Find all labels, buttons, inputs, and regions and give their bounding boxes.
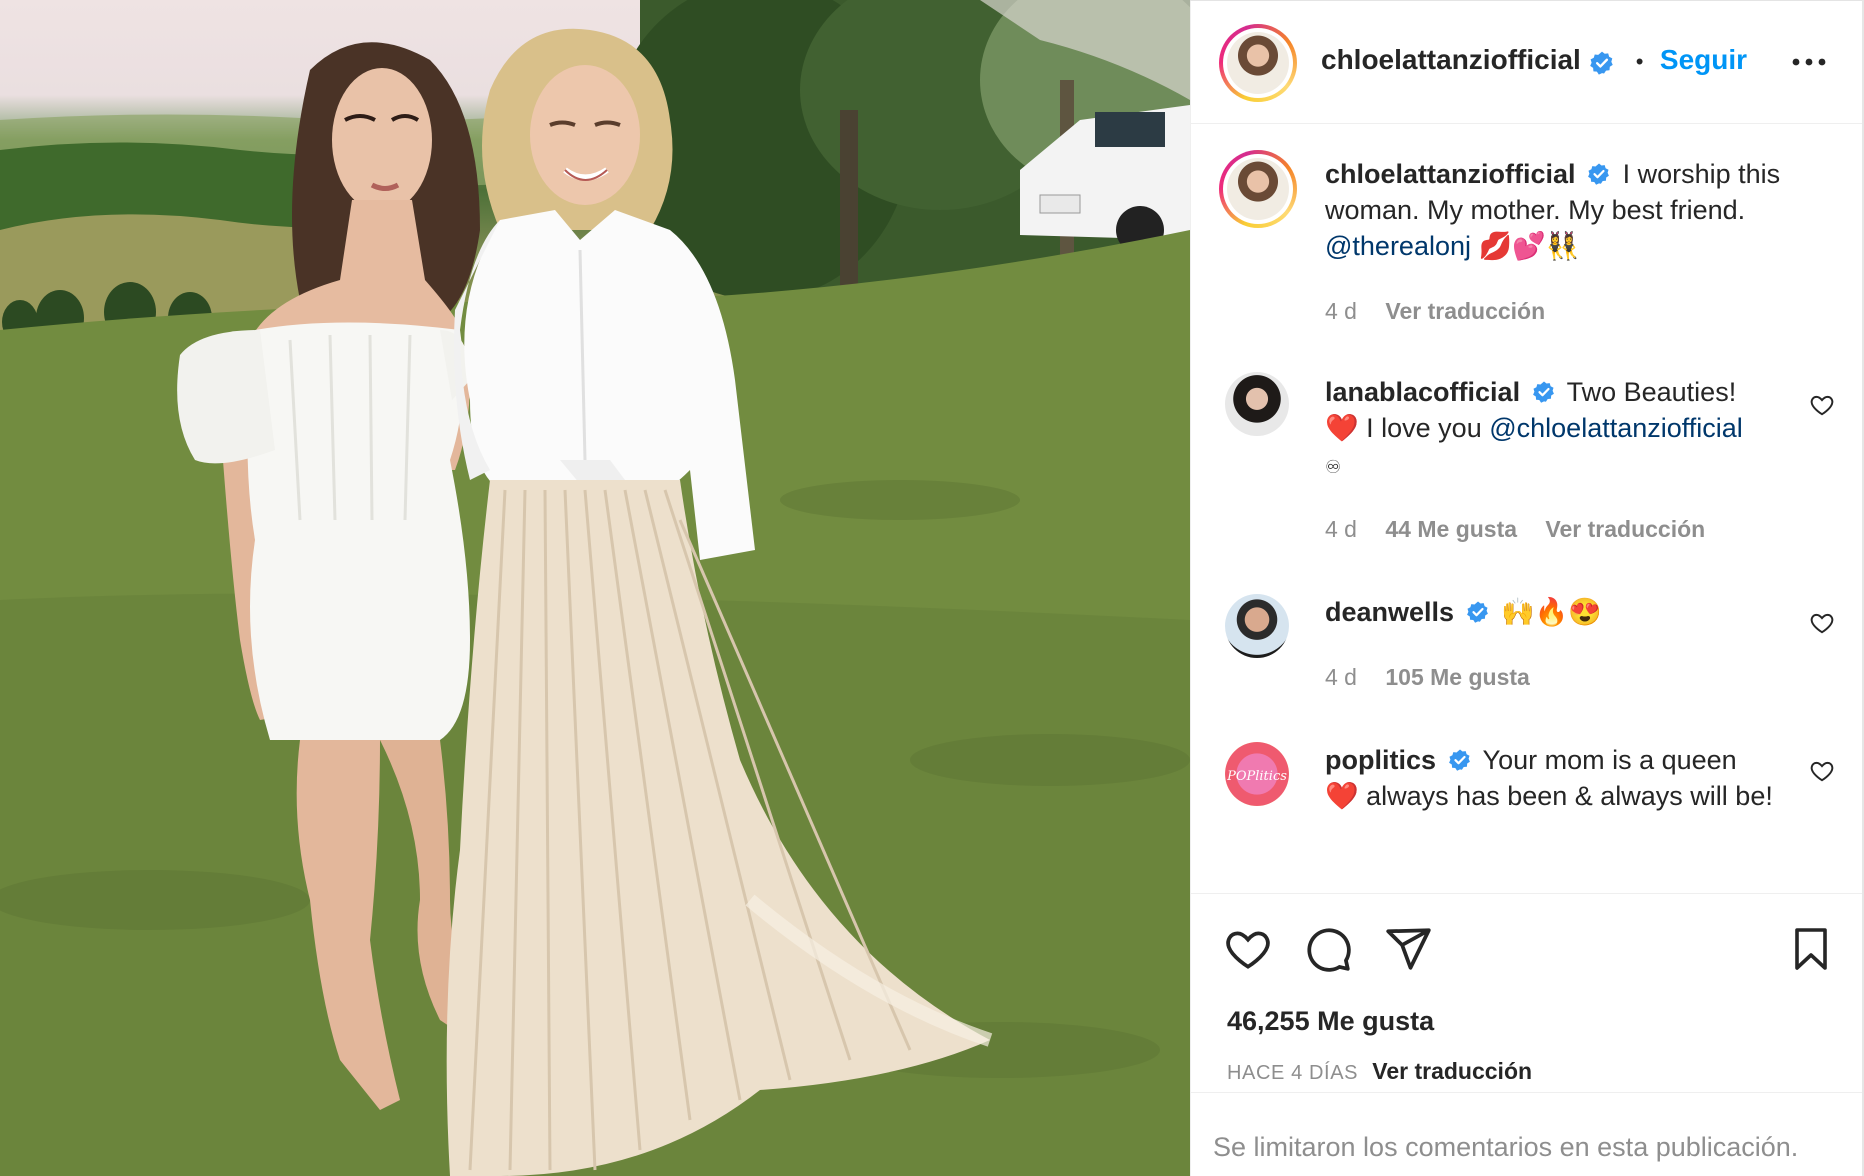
comment-translate[interactable]: Ver traducción [1545, 516, 1705, 542]
comment-meta: 4 d 44 Me gusta Ver traducción [1325, 516, 1727, 543]
comment-text: lanablacofficial Two Beauties! ❤️ I love… [1325, 374, 1805, 485]
verified-icon [1448, 749, 1470, 771]
caption-time[interactable]: 4 d [1325, 298, 1357, 324]
post-translate[interactable]: Ver traducción [1372, 1058, 1532, 1084]
post-sidebar: chloelattanziofficial • Seguir chloelatt… [1190, 0, 1864, 1176]
comment-meta: 4 d 105 Me gusta [1325, 664, 1552, 691]
likes-count[interactable]: 46,255 Me gusta [1227, 1006, 1434, 1037]
comment-trailing-emoji: ♾ [1325, 457, 1342, 477]
verified-icon [1466, 601, 1488, 623]
svg-text:POPlitics: POPlitics [1226, 769, 1287, 784]
comment-time[interactable]: 4 d [1325, 516, 1357, 542]
caption-username[interactable]: chloelattanziofficial [1325, 159, 1576, 189]
comment-time[interactable]: 4 d [1325, 664, 1357, 690]
caption-avatar[interactable] [1219, 150, 1297, 228]
follow-button[interactable]: Seguir [1660, 44, 1747, 75]
comment-likes[interactable]: 105 Me gusta [1385, 664, 1529, 690]
caption-emojis: 💋💕👯‍♀️ [1478, 231, 1580, 261]
verified-icon [1590, 51, 1614, 75]
comments-limited-notice: Se limitaron los comentarios en esta pub… [1213, 1132, 1799, 1162]
more-dots [1792, 58, 1826, 66]
comment-likes[interactable]: 44 Me gusta [1385, 516, 1517, 542]
comment-body-start: Two Beauties! [1566, 377, 1737, 407]
comment-text: deanwells 🙌🔥😍 [1325, 594, 1805, 630]
post-date-row: HACE 4 DÍAS Ver traducción [1227, 1058, 1532, 1085]
caption-translate[interactable]: Ver traducción [1385, 298, 1545, 324]
comment-body: 🙌🔥😍 [1501, 597, 1602, 627]
caption-meta: 4 d Ver traducción [1325, 298, 1567, 325]
poplitics-logo: POPlitics [1226, 769, 1287, 784]
commenter-avatar[interactable]: POPlitics [1225, 742, 1289, 806]
caption-mention[interactable]: @therealonj [1325, 231, 1471, 261]
heart-icon[interactable] [1809, 610, 1835, 636]
comment-text: poplitics Your mom is a queen ❤️ always … [1325, 742, 1785, 814]
commenter-username[interactable]: deanwells [1325, 597, 1454, 627]
verified-icon [1532, 381, 1554, 403]
photo-illustration [0, 0, 1190, 1176]
heart-icon[interactable] [1809, 392, 1835, 418]
share-icon[interactable] [1383, 924, 1433, 974]
caption-text: chloelattanziofficial I worship this wom… [1325, 156, 1835, 264]
comment-body-end: always has been & always will be! [1366, 781, 1773, 811]
comment-body-end: I love you [1366, 413, 1482, 443]
commenter-avatar[interactable] [1225, 594, 1289, 658]
author-avatar[interactable] [1219, 24, 1297, 102]
post-header: chloelattanziofficial • Seguir [1191, 0, 1864, 124]
separator-dot: • [1635, 49, 1644, 74]
verified-icon [1588, 163, 1609, 185]
heart-icon[interactable] [1809, 758, 1835, 784]
comment-mention[interactable]: @chloelattanziofficial [1489, 413, 1743, 443]
header-author-row: chloelattanziofficial • Seguir [1321, 44, 1747, 76]
author-username[interactable]: chloelattanziofficial [1321, 44, 1581, 75]
panel-divider [1190, 0, 1864, 1]
commenter-avatar[interactable] [1225, 372, 1289, 436]
more-icon[interactable] [1789, 46, 1829, 76]
commenter-username[interactable]: poplitics [1325, 745, 1436, 775]
post-photo[interactable] [0, 0, 1190, 1176]
post-date[interactable]: HACE 4 DÍAS [1227, 1062, 1358, 1084]
comment-icon[interactable] [1303, 924, 1353, 974]
comments-footer: Se limitaron los comentarios en esta pub… [1191, 1092, 1864, 1176]
comment-emoji: ❤️ [1325, 413, 1359, 443]
bookmark-icon[interactable] [1787, 924, 1835, 974]
comment-body-start: Your mom is a queen [1482, 745, 1737, 775]
post-actions: 46,255 Me gusta HACE 4 DÍAS Ver traducci… [1191, 893, 1864, 1093]
commenter-username[interactable]: lanablacofficial [1325, 377, 1520, 407]
comment-emoji: ❤️ [1325, 781, 1359, 811]
heart-icon[interactable] [1223, 924, 1273, 974]
